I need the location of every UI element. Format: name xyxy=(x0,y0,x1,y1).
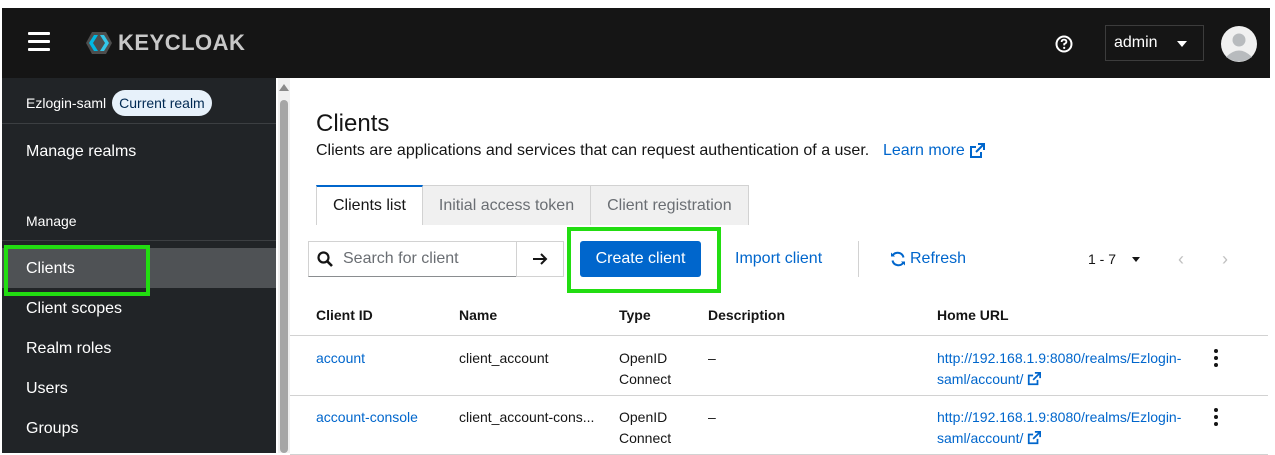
avatar[interactable] xyxy=(1221,26,1257,62)
refresh-label: Refresh xyxy=(910,250,967,267)
sidebar-item-client-scopes[interactable]: Client scopes xyxy=(26,300,122,318)
table-header: Client ID Name Type Description Home URL xyxy=(290,295,1268,336)
client-type-line1: OpenID xyxy=(619,350,668,366)
user-name: admin xyxy=(1114,34,1158,51)
client-type-line1: OpenID xyxy=(619,409,668,425)
client-id-link[interactable]: account xyxy=(316,348,365,369)
client-name: client_account-cons... xyxy=(459,409,595,425)
realm-selector[interactable]: Ezlogin-saml Current realm xyxy=(26,90,212,116)
page-title: Clients xyxy=(316,110,390,137)
toolbar-divider xyxy=(858,241,859,277)
import-client-button[interactable]: Import client xyxy=(735,241,822,277)
main-content: Clients Clients are applications and ser… xyxy=(290,78,1268,455)
refresh-button[interactable]: Refresh xyxy=(890,241,966,277)
external-link-icon xyxy=(1028,372,1042,386)
search-submit-button[interactable] xyxy=(516,241,564,277)
home-url-line2-text: saml/account/ xyxy=(937,371,1024,387)
current-realm-badge: Current realm xyxy=(112,90,212,116)
column-name: Name xyxy=(459,307,498,323)
client-type-line2: Connect xyxy=(619,371,672,387)
masthead: KEYCLOAK admin xyxy=(2,8,1270,78)
column-home-url: Home URL xyxy=(937,307,1009,323)
scrollbar-thumb[interactable] xyxy=(280,100,288,453)
divider xyxy=(2,240,276,241)
realm-name: Ezlogin-saml xyxy=(26,95,107,111)
pagination: 1 - 7 ‹ › xyxy=(1088,241,1228,277)
refresh-icon xyxy=(891,251,905,267)
search-input[interactable] xyxy=(341,249,515,269)
arrow-right-icon xyxy=(533,253,548,265)
sidebar-item-groups[interactable]: Groups xyxy=(26,420,78,438)
tabs: Clients list Initial access token Client… xyxy=(316,185,749,225)
scroll-up-arrow-icon[interactable] xyxy=(279,84,289,91)
next-page-icon[interactable]: › xyxy=(1222,249,1228,270)
column-client-id: Client ID xyxy=(316,307,373,323)
tab-initial-access-token[interactable]: Initial access token xyxy=(422,185,592,225)
pagination-dropdown-icon[interactable] xyxy=(1132,256,1141,262)
home-url-line2: saml/account/ xyxy=(937,428,1181,449)
client-type-line2: Connect xyxy=(619,430,672,446)
manage-realms-link[interactable]: Manage realms xyxy=(26,143,136,161)
hamburger-menu-icon[interactable] xyxy=(28,32,50,54)
clients-highlight-box xyxy=(4,245,150,296)
home-url-link[interactable]: http://192.168.1.9:8080/realms/Ezlogin- … xyxy=(937,348,1181,390)
home-url-line2: saml/account/ xyxy=(937,369,1181,390)
sidebar-item-realm-roles[interactable]: Realm roles xyxy=(26,340,111,358)
home-url-line1: http://192.168.1.9:8080/realms/Ezlogin- xyxy=(937,409,1182,425)
logo-text: KEYCLOAK xyxy=(118,30,246,55)
home-url-link[interactable]: http://192.168.1.9:8080/realms/Ezlogin- … xyxy=(937,407,1181,449)
column-type: Type xyxy=(619,307,651,323)
divider xyxy=(2,123,276,124)
keycloak-mark-icon xyxy=(86,32,112,54)
client-type: OpenID Connect xyxy=(619,348,671,390)
previous-page-icon[interactable]: ‹ xyxy=(1178,249,1184,270)
home-url-line2-text: saml/account/ xyxy=(937,430,1024,446)
help-icon[interactable] xyxy=(1055,35,1073,53)
sidebar-section-manage: Manage xyxy=(26,213,77,229)
page-subtitle: Clients are applications and services th… xyxy=(316,142,870,159)
client-description: – xyxy=(708,409,716,425)
learn-more-link[interactable]: Learn more xyxy=(883,142,985,160)
home-url-line1: http://192.168.1.9:8080/realms/Ezlogin- xyxy=(937,350,1182,366)
page-header: Clients Clients are applications and ser… xyxy=(290,78,1268,185)
app-window: KEYCLOAK admin Ezlogin-saml Current real… xyxy=(0,0,1275,455)
sidebar-item-users[interactable]: Users xyxy=(26,380,68,398)
column-description: Description xyxy=(708,307,786,323)
pagination-range: 1 - 7 xyxy=(1088,251,1117,267)
caret-down-icon xyxy=(1177,41,1187,47)
external-link-icon xyxy=(1028,431,1042,445)
learn-more-label: Learn more xyxy=(883,142,965,159)
user-dropdown[interactable]: admin xyxy=(1105,25,1204,61)
client-description: – xyxy=(708,350,716,366)
client-id-link[interactable]: account-console xyxy=(316,407,418,428)
row-actions-kebab-icon[interactable] xyxy=(1214,408,1218,429)
clients-panel: Create client Import client Refresh 1 - … xyxy=(290,225,1268,455)
client-name: client_account xyxy=(459,350,549,366)
search-icon xyxy=(317,251,333,267)
table-row: account client_account OpenID Connect – … xyxy=(290,336,1268,396)
table-row: account-console client_account-cons... O… xyxy=(290,395,1268,455)
toolbar: Create client Import client Refresh 1 - … xyxy=(308,241,1258,279)
tab-clients-list[interactable]: Clients list xyxy=(316,185,423,225)
external-link-icon xyxy=(969,143,985,158)
client-type: OpenID Connect xyxy=(619,407,671,449)
keycloak-logo[interactable]: KEYCLOAK xyxy=(80,28,245,58)
tab-client-registration[interactable]: Client registration xyxy=(591,185,749,225)
row-actions-kebab-icon[interactable] xyxy=(1214,349,1218,370)
create-client-highlight-box xyxy=(567,227,721,293)
